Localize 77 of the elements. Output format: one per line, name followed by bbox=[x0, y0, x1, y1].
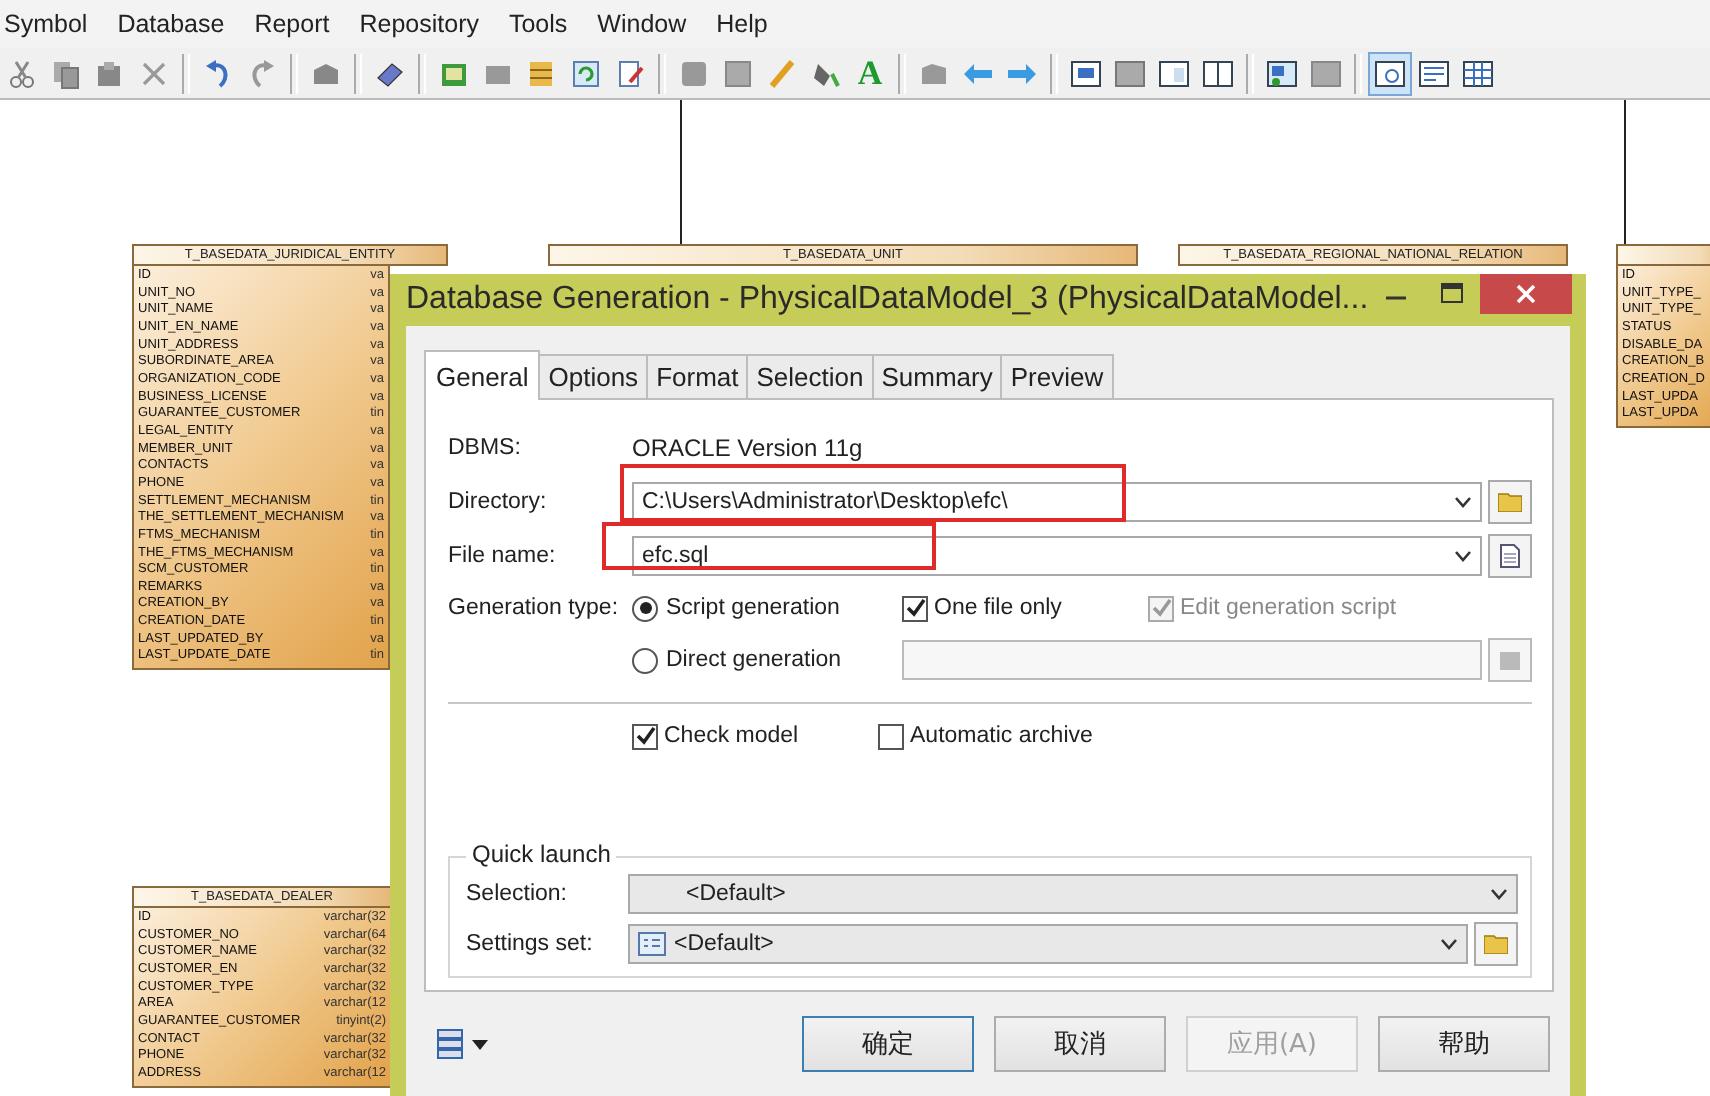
dialog-button[interactable]: 确定 bbox=[802, 1016, 974, 1072]
scissors-icon[interactable] bbox=[6, 57, 38, 89]
close-button[interactable] bbox=[1480, 274, 1573, 314]
window-icon[interactable] bbox=[1266, 57, 1298, 89]
grid-icon[interactable] bbox=[1462, 57, 1494, 89]
caret-icon[interactable] bbox=[472, 1039, 488, 1049]
connector-line bbox=[1624, 100, 1626, 244]
dropdown-icon[interactable] bbox=[1454, 549, 1472, 561]
document-icon[interactable] bbox=[614, 57, 646, 89]
magnifier-icon[interactable] bbox=[1374, 57, 1406, 89]
tab[interactable]: Selection bbox=[746, 354, 874, 398]
tab[interactable]: Format bbox=[646, 354, 749, 398]
redo-icon[interactable] bbox=[246, 57, 278, 89]
panel-icon[interactable] bbox=[1114, 57, 1146, 89]
field-label: Generation type: bbox=[448, 596, 621, 620]
refresh-icon[interactable] bbox=[570, 57, 602, 89]
checkbox-label: Automatic archive bbox=[910, 724, 1093, 748]
dropdown-icon[interactable] bbox=[1454, 495, 1472, 507]
options-menu-button[interactable] bbox=[436, 1028, 488, 1060]
field-label: Directory: bbox=[448, 489, 549, 513]
radio-label: Script generation bbox=[666, 596, 840, 620]
tab[interactable]: General bbox=[424, 350, 541, 400]
paste-icon[interactable] bbox=[94, 57, 126, 89]
menu-item[interactable]: Help bbox=[712, 10, 776, 38]
connector-line bbox=[680, 100, 682, 244]
square-icon[interactable] bbox=[722, 57, 754, 89]
dialog-button[interactable]: 取消 bbox=[994, 1016, 1166, 1072]
field-label: Settings set: bbox=[466, 932, 595, 956]
tab[interactable]: Summary bbox=[871, 354, 1003, 398]
checkbox[interactable] bbox=[902, 595, 928, 621]
menu-item[interactable]: Window bbox=[593, 10, 695, 38]
radio-label: Direct generation bbox=[666, 648, 842, 672]
document-icon[interactable] bbox=[1500, 543, 1520, 567]
tab[interactable]: Options bbox=[538, 354, 649, 398]
list-icon[interactable] bbox=[436, 1028, 464, 1060]
maximize-icon[interactable] bbox=[1440, 282, 1465, 306]
selection-dropdown[interactable]: <Default> bbox=[628, 874, 1518, 914]
columns-icon[interactable] bbox=[1202, 57, 1234, 89]
dialog-button: 应用(A) bbox=[1186, 1016, 1358, 1072]
file-name-field[interactable]: efc.sql bbox=[632, 535, 1482, 575]
copy-icon[interactable] bbox=[50, 57, 82, 89]
dbms-value: ORACLE Version 11g bbox=[632, 433, 863, 461]
window-title: Database Generation - PhysicalDataModel_3 (PhysicalDataModel... bbox=[406, 282, 1369, 318]
check-icon bbox=[905, 598, 925, 618]
browse-button[interactable] bbox=[1474, 922, 1518, 966]
checkbox-label: Edit generation script bbox=[1180, 596, 1397, 620]
check-icon bbox=[635, 726, 655, 746]
menu-item[interactable]: Repository bbox=[355, 10, 487, 38]
radio-button[interactable] bbox=[632, 647, 658, 673]
menu-item[interactable]: Symbol bbox=[0, 10, 96, 38]
dialog-button[interactable]: 帮助 bbox=[1378, 1016, 1550, 1072]
checkbox[interactable] bbox=[632, 723, 658, 749]
close-icon[interactable] bbox=[1514, 282, 1539, 306]
tab[interactable]: Preview bbox=[1000, 354, 1114, 398]
settings-set-dropdown[interactable]: <Default> bbox=[628, 924, 1468, 964]
checkbox-label: Check model bbox=[664, 724, 799, 748]
field-label: DBMS: bbox=[448, 435, 523, 459]
square-icon[interactable] bbox=[678, 57, 710, 89]
delete-icon[interactable] bbox=[138, 57, 170, 89]
list-icon[interactable] bbox=[1418, 57, 1450, 89]
properties-button[interactable] bbox=[1488, 533, 1532, 577]
dropdown-icon[interactable] bbox=[1490, 888, 1508, 900]
menu-item[interactable]: Tools bbox=[504, 10, 576, 38]
checkbox[interactable] bbox=[878, 723, 904, 749]
page-icon[interactable] bbox=[1158, 57, 1190, 89]
checkbox-label: One file only bbox=[934, 596, 1062, 620]
field-label: Selection: bbox=[466, 882, 570, 906]
connection-field[interactable] bbox=[902, 640, 1482, 680]
diagram-icon[interactable] bbox=[1070, 57, 1102, 89]
table-icon[interactable] bbox=[526, 57, 558, 89]
radio-button[interactable] bbox=[632, 595, 658, 621]
menu-item[interactable]: Report bbox=[250, 10, 338, 38]
group-title: Quick launch bbox=[466, 840, 617, 868]
dropdown-icon[interactable] bbox=[1440, 938, 1458, 950]
field-label: File name: bbox=[448, 543, 558, 567]
browse-button[interactable] bbox=[1488, 479, 1532, 523]
menu-item[interactable]: Database bbox=[113, 10, 233, 38]
